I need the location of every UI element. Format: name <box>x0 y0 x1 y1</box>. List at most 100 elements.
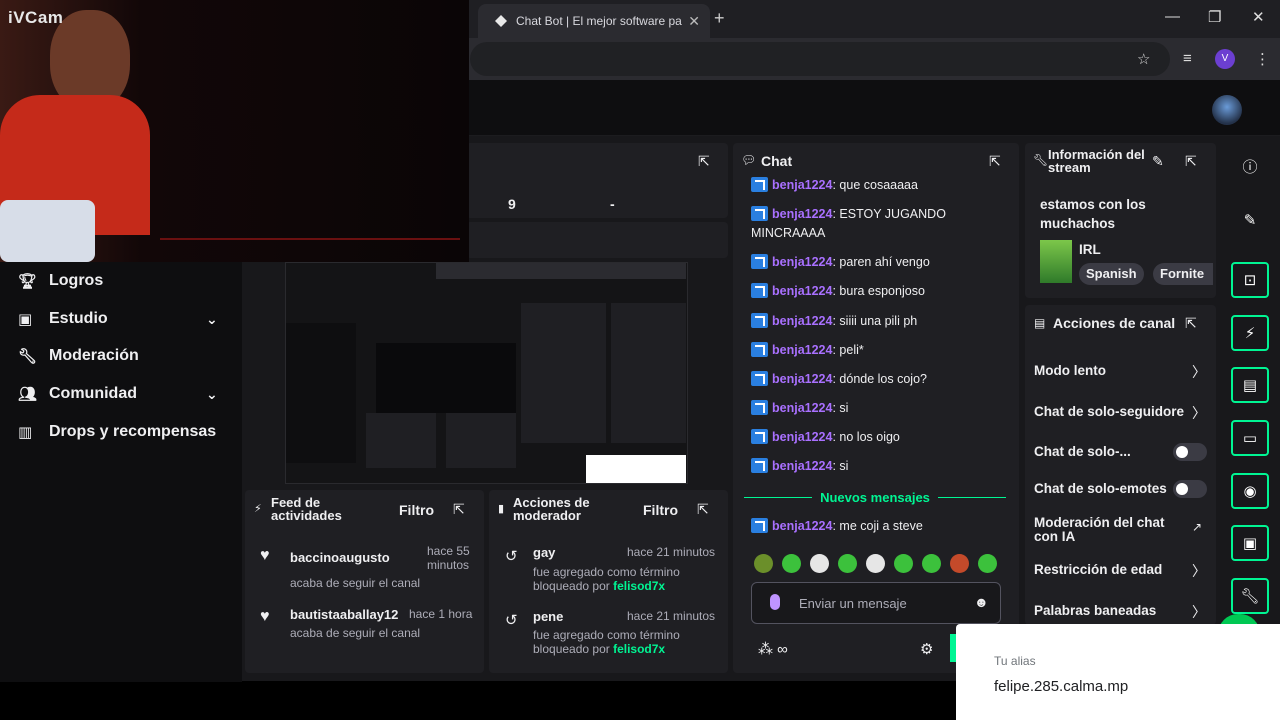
sidebar-item-drops[interactable]: ▥ Drops y recompensas <box>18 423 216 441</box>
filter-button[interactable]: Filtro <box>399 502 434 518</box>
mod-action-desc: fue agregado como término bloqueado por … <box>533 565 680 593</box>
popout-icon[interactable]: ⇱ <box>697 501 709 518</box>
lightning-icon[interactable]: ⚡︎ <box>1231 315 1269 351</box>
bits-icon[interactable]: ⁂ <box>758 641 773 658</box>
alias-popup: Tu alias felipe.285.calma.mp <box>956 624 1280 720</box>
undo-icon[interactable]: ↺ <box>505 611 518 629</box>
action-modo-lento[interactable]: Modo lento <box>1034 364 1106 378</box>
close-tab-icon[interactable]: ✕ <box>688 13 700 30</box>
sidebar-item-estudio[interactable]: ▣ Estudio ⌄ <box>18 310 228 328</box>
browser-profile-avatar[interactable]: V <box>1215 49 1235 69</box>
sidebar-item-logros[interactable]: 🏆︎ Logros <box>18 272 103 290</box>
edit-icon[interactable]: ✎ <box>1152 153 1164 170</box>
toggle-solo-suscriptores[interactable] <box>1173 443 1207 461</box>
maximize-icon[interactable]: ❐ <box>1208 8 1221 26</box>
minimize-icon[interactable]: — <box>1165 8 1180 25</box>
stream-tag[interactable]: Spanish <box>1079 263 1144 285</box>
omnibox[interactable] <box>470 42 1170 76</box>
action-restriccion-edad[interactable]: Restricción de edad <box>1034 563 1162 577</box>
chat-message: benja1224: si <box>751 457 1011 476</box>
new-messages-divider: Nuevos mensajes <box>744 487 1006 507</box>
chat-footer-symbol[interactable]: ⁂ ∞ <box>758 640 788 658</box>
chevron-down-icon[interactable]: ⌄ <box>206 311 218 328</box>
chat-text: : que cosaaaaa <box>832 178 918 192</box>
alias-value[interactable]: felipe.285.calma.mp <box>994 678 1128 695</box>
chat-username[interactable]: benja1224 <box>772 178 832 192</box>
chat-username[interactable]: benja1224 <box>772 314 832 328</box>
popout-icon[interactable]: ⇱ <box>989 153 1001 170</box>
chevron-right-icon[interactable]: 〉 <box>1192 362 1206 382</box>
emote-icon[interactable] <box>754 554 773 573</box>
emote-icon[interactable] <box>838 554 857 573</box>
channel-actions-panel: ▤ Acciones de canal ⇱ <box>1025 305 1216 625</box>
broadcast-icon[interactable]: ◉ <box>1231 473 1269 509</box>
moderator-name[interactable]: felisod7x <box>613 642 665 656</box>
notes-icon[interactable]: ▤ <box>1231 367 1269 403</box>
emote-icon[interactable] <box>810 554 829 573</box>
sidebar-item-comunidad[interactable]: 👥︎ Comunidad ⌄ <box>18 385 228 403</box>
browser-tab[interactable]: Chat Bot | El mejor software pa ✕ <box>478 4 710 38</box>
clip-icon[interactable]: ⊡ <box>1231 262 1269 298</box>
chat-icon[interactable]: ▭ <box>1231 420 1269 456</box>
wrench-icon: 🔧︎ <box>18 348 38 365</box>
chevron-right-icon[interactable]: 〉 <box>1192 602 1206 622</box>
chevron-right-icon[interactable]: 〉 <box>1192 561 1206 581</box>
chat-username[interactable]: benja1224 <box>772 343 832 357</box>
chevron-down-icon[interactable]: ⌄ <box>206 386 218 403</box>
sidebar-item-label: Logros <box>49 272 104 289</box>
chat-username[interactable]: benja1224 <box>772 372 832 386</box>
video-icon[interactable]: ▣ <box>1231 525 1269 561</box>
emote-icon[interactable] <box>950 554 969 573</box>
action-palabras-baneadas[interactable]: Palabras baneadas <box>1034 604 1156 618</box>
bookmark-star-icon[interactable]: ☆ <box>1137 50 1150 68</box>
browser-menu-icon[interactable]: ⋮ <box>1255 50 1270 68</box>
popout-icon[interactable]: ⇱ <box>698 153 710 170</box>
activity-time: hace 55 minutos <box>427 544 470 572</box>
chat-username[interactable]: benja1224 <box>772 519 832 533</box>
filter-button[interactable]: Filtro <box>643 502 678 518</box>
wrench-icon[interactable]: 🔧︎ <box>1231 578 1269 614</box>
external-link-icon[interactable]: ↗ <box>1192 520 1202 534</box>
edit-icon[interactable]: ✎ <box>1231 202 1269 238</box>
stream-tag[interactable]: Fornite <box>1153 263 1213 285</box>
popout-icon[interactable]: ⇱ <box>1185 315 1197 332</box>
toggle-solo-emotes[interactable] <box>1173 480 1207 498</box>
emote-icon[interactable] <box>866 554 885 573</box>
sidebar-item-label: Estudio <box>49 310 108 327</box>
chat-input-placeholder: Enviar un mensaje <box>799 596 907 611</box>
new-tab-button[interactable]: + <box>714 8 725 29</box>
wrench-icon: 🔧︎ <box>1033 153 1049 167</box>
category-name[interactable]: IRL <box>1079 242 1101 257</box>
info-icon[interactable]: ⓘ <box>1231 148 1269 184</box>
sidebar-item-moderacion[interactable]: 🔧︎ Moderación <box>18 347 139 365</box>
emote-icon[interactable] <box>782 554 801 573</box>
chat-username[interactable]: benja1224 <box>772 207 832 221</box>
moderator-name[interactable]: felisod7x <box>613 579 665 593</box>
media-control-icon[interactable]: ≡ <box>1183 50 1192 67</box>
chat-username[interactable]: benja1224 <box>772 459 832 473</box>
emote-icon[interactable] <box>922 554 941 573</box>
heart-icon: ♥ <box>260 547 270 564</box>
chat-username[interactable]: benja1224 <box>772 255 832 269</box>
close-window-icon[interactable]: ✕ <box>1252 8 1265 26</box>
undo-icon[interactable]: ↺ <box>505 547 518 565</box>
popout-icon[interactable]: ⇱ <box>453 501 465 518</box>
chat-input[interactable]: Enviar un mensaje ☻ <box>751 582 1001 624</box>
action-solo-seguidores[interactable]: Chat de solo-seguidore <box>1034 405 1184 419</box>
emote-icon[interactable] <box>894 554 913 573</box>
chevron-right-icon[interactable]: 〉 <box>1192 403 1206 423</box>
action-moderacion-ia[interactable]: Moderación del chat con IA <box>1034 516 1174 544</box>
popout-icon[interactable]: ⇱ <box>1185 153 1197 170</box>
follower-username[interactable]: bautistaaballay12 <box>290 607 398 622</box>
chat-message: benja1224: ESTOY JUGANDO MINCRAAAA <box>751 205 1011 243</box>
chat-username[interactable]: benja1224 <box>772 284 832 298</box>
chat-username[interactable]: benja1224 <box>772 401 832 415</box>
follower-username[interactable]: baccinoaugusto <box>290 550 390 565</box>
user-avatar[interactable] <box>1212 95 1242 125</box>
emoji-icon[interactable]: ☻ <box>974 594 989 610</box>
chat-username[interactable]: benja1224 <box>772 430 832 444</box>
microphone-icon[interactable] <box>770 594 780 610</box>
emote-icon[interactable] <box>978 554 997 573</box>
activity-action: acaba de seguir el canal <box>290 576 421 590</box>
chat-settings-icon[interactable]: ⚙ <box>920 640 933 658</box>
